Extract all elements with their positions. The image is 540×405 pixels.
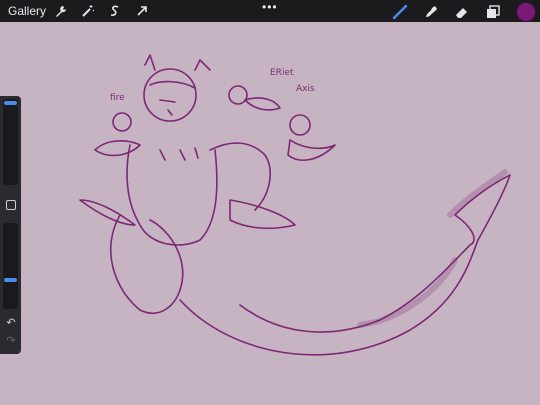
selection-s-icon[interactable]	[107, 3, 123, 19]
hip-outline	[110, 214, 184, 315]
label-eriet: ERiet	[270, 68, 294, 78]
label-fire: fire	[110, 93, 125, 103]
left-tool-group	[53, 3, 150, 19]
top-toolbar: Gallery •••	[0, 0, 540, 22]
creature-fire-body	[94, 140, 141, 157]
chest-marks	[159, 147, 199, 161]
more-options-button[interactable]: •••	[262, 1, 278, 13]
layers-icon[interactable]	[485, 4, 501, 20]
transform-arrow-icon[interactable]	[134, 3, 150, 19]
eraser-icon[interactable]	[454, 4, 470, 20]
creature-eriet-head	[228, 85, 248, 105]
arm	[209, 142, 271, 211]
goggles	[144, 54, 211, 89]
right-fin	[229, 199, 296, 230]
torso-outline	[126, 144, 218, 246]
smudge-icon[interactable]	[423, 4, 439, 20]
creature-axis-body	[287, 139, 336, 161]
wrench-icon[interactable]	[53, 3, 69, 19]
right-tool-group	[392, 2, 536, 22]
drawing-canvas[interactable]	[0, 22, 540, 405]
gallery-button[interactable]: Gallery	[8, 4, 46, 18]
face-lines	[159, 99, 176, 116]
label-axis: Axis	[296, 84, 315, 94]
brush-icon[interactable]	[392, 4, 408, 20]
creature-eriet-body	[244, 97, 281, 111]
left-fin	[79, 199, 136, 226]
creature-axis-head	[289, 114, 311, 136]
magic-wand-icon[interactable]	[80, 3, 96, 19]
color-picker-button[interactable]	[516, 2, 536, 22]
creature-fire-head	[112, 112, 132, 132]
tail-shading	[357, 169, 508, 328]
